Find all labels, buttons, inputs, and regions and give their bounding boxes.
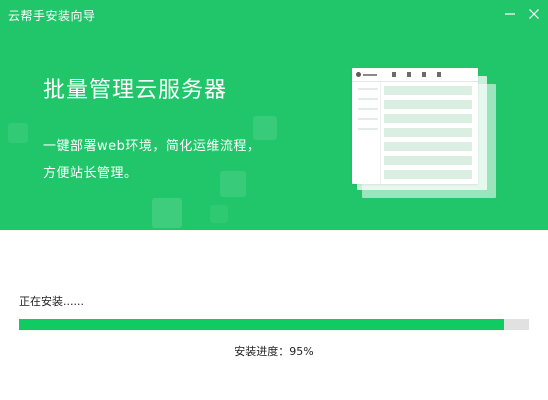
title-bar[interactable]: 云帮手安装向导 — [0, 0, 548, 30]
window-title: 云帮手安装向导 — [8, 9, 96, 23]
header-banner: 云帮手安装向导 批量管理云服务器 一键部署web环境，简化运维流程， 方便站长管… — [0, 0, 548, 230]
illustration-content-row — [384, 86, 472, 95]
minimize-icon — [505, 13, 515, 15]
headline: 批量管理云服务器 — [43, 78, 228, 103]
illustration-username — [363, 74, 377, 76]
progress-fill — [19, 319, 504, 330]
illustration-sidebar-line — [358, 118, 378, 120]
illustration-sidebar-line — [358, 108, 378, 110]
decor-square — [152, 198, 182, 228]
close-button[interactable] — [521, 2, 547, 26]
illustration-content-row — [384, 100, 472, 109]
description-line-2: 方便站长管理。 — [43, 166, 138, 181]
illustration-divider — [352, 81, 478, 82]
progress-label: 安装进度：95% — [234, 345, 314, 358]
decor-square — [210, 205, 228, 223]
illustration-content-row — [384, 128, 472, 137]
illustration-content-row — [384, 142, 472, 151]
illustration-avatar — [356, 72, 361, 77]
illustration-toolbar-icon — [437, 72, 441, 77]
decor-square — [8, 123, 28, 143]
illustration-content-row — [384, 170, 472, 179]
minimize-button[interactable] — [497, 2, 523, 26]
decor-square — [220, 171, 246, 197]
illustration-toolbar-icon — [407, 72, 411, 77]
illustration-sidebar-line — [358, 98, 378, 100]
illustration-content-row — [384, 114, 472, 123]
illustration-content-row — [384, 156, 472, 165]
illustration-sidebar-line — [358, 128, 378, 130]
install-status-text: 正在安装...... — [19, 295, 84, 308]
illustration-sidebar-divider — [380, 82, 381, 184]
close-icon — [529, 9, 539, 19]
illustration-toolbar-icon — [422, 72, 426, 77]
description-line-1: 一键部署web环境，简化运维流程， — [43, 139, 261, 154]
progress-bar — [19, 319, 529, 330]
illustration-toolbar-icon — [392, 72, 396, 77]
illustration-sidebar-line — [358, 88, 378, 90]
illustration-front-window — [352, 68, 478, 184]
